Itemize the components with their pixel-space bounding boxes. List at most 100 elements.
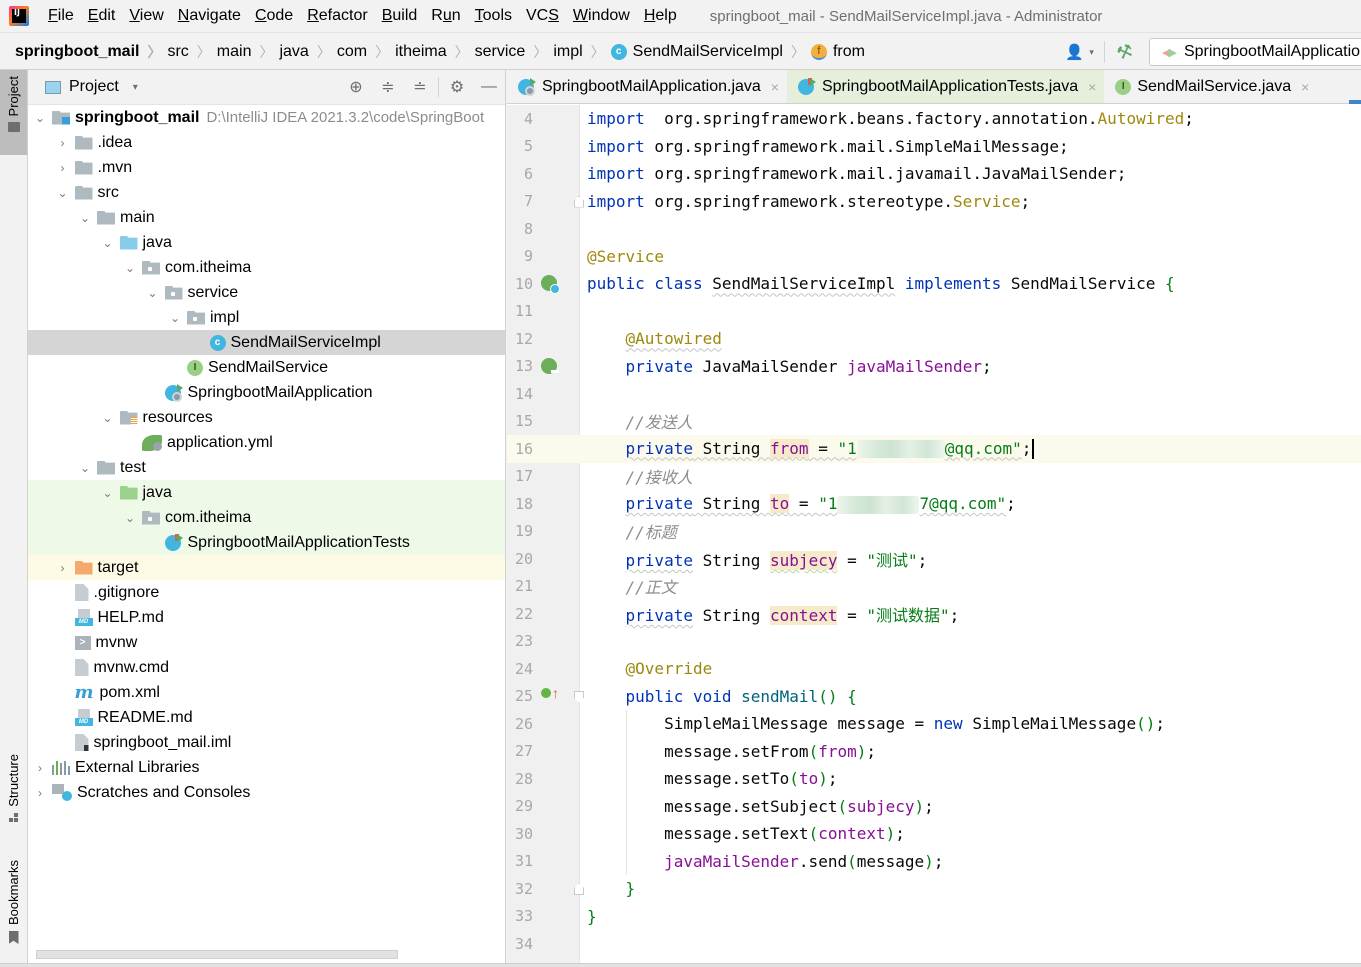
tool-window-tab-bookmarks[interactable]: Bookmarks [0, 860, 27, 950]
run-configuration-selector[interactable]: ◀▶ SpringbootMailApplication [1149, 38, 1361, 66]
code-area[interactable]: 4 import org.springframework.beans.factor… [507, 105, 1361, 967]
collapse-all-icon[interactable]: ≐ [404, 77, 436, 97]
tool-window-tab-structure[interactable]: Structure [0, 754, 27, 836]
build-hammer-icon[interactable]: ⚒ [1114, 39, 1136, 64]
code-line: 26 SimpleMailMessage message = new Simpl… [507, 710, 1361, 738]
chevron-down-icon[interactable]: ⌄ [100, 486, 116, 500]
menu-navigate[interactable]: Navigate [171, 7, 248, 25]
tree-item-label: HELP.md [97, 608, 164, 626]
breadcrumb-item-impl[interactable]: impl 〉 [547, 42, 604, 62]
editor-tab-springbootmailapplication-java[interactable]: SpringbootMailApplication.java × [507, 70, 787, 103]
spring-bean-class-icon[interactable] [541, 275, 560, 294]
menu-help[interactable]: Help [637, 7, 684, 25]
chevron-down-icon[interactable]: ⌄ [77, 461, 93, 475]
chevron-down-icon[interactable]: ⌄ [32, 111, 48, 125]
line-number: 11 [514, 302, 533, 321]
tree-item--mvn[interactable]: › .mvn [28, 155, 505, 180]
menu-window[interactable]: Window [566, 7, 637, 25]
chevron-down-icon[interactable]: ▾ [1089, 47, 1094, 58]
code-token: org.springframework.beans.factory.annota… [644, 109, 1098, 129]
breadcrumb-item-src[interactable]: src 〉 [161, 42, 210, 62]
chevron-right-icon[interactable]: › [55, 161, 71, 175]
tree-item-application-yml[interactable]: application.yml [28, 430, 505, 455]
tree-item-mvnw[interactable]: > mvnw [28, 630, 505, 655]
tree-item-readme-md[interactable]: MD README.md [28, 705, 505, 730]
chevron-down-icon[interactable]: ⌄ [122, 511, 138, 525]
breadcrumb-item-from[interactable]: f from [805, 43, 865, 61]
editor-tab-springbootmailapplicationtests-java[interactable]: SpringbootMailApplicationTests.java × [786, 70, 1105, 103]
breadcrumb-item-java[interactable]: java 〉 [273, 42, 330, 62]
menu-view[interactable]: View [122, 7, 170, 25]
tree-item-springboot-mail[interactable]: ⌄ springboot_mail D:\IntelliJ IDEA 2021.3.… [28, 105, 505, 130]
tree-item-com-itheima[interactable]: ⌄ com.itheima [28, 505, 505, 530]
breadcrumb-item-springboot-mail[interactable]: springboot_mail 〉 [0, 42, 161, 62]
menu-run[interactable]: Run [424, 7, 467, 25]
menu-tools[interactable]: Tools [468, 7, 519, 25]
chevron-right-icon[interactable]: › [32, 761, 48, 775]
chevron-right-icon[interactable]: › [55, 561, 71, 575]
tree-item-scratches-and-consoles[interactable]: › Scratches and Consoles [28, 780, 505, 805]
tree-item-external-libraries[interactable]: › External Libraries [28, 755, 505, 780]
tree-item-test[interactable]: ⌄ test [28, 455, 505, 480]
implements-method-icon[interactable]: ↑ [541, 686, 559, 700]
chevron-down-icon[interactable]: ⌄ [167, 311, 183, 325]
breadcrumb-item-itheima[interactable]: itheima 〉 [389, 42, 469, 62]
breadcrumb-item-service[interactable]: service 〉 [469, 42, 548, 62]
editor-tab-sendmailservice-java[interactable]: I SendMailService.java × [1104, 70, 1317, 103]
code-token: import [587, 191, 645, 211]
chevron-down-icon[interactable]: ⌄ [100, 236, 116, 250]
expand-all-icon[interactable]: ≑ [372, 77, 404, 97]
tree-item-help-md[interactable]: MD HELP.md [28, 605, 505, 630]
tree-item-impl[interactable]: ⌄ impl [28, 305, 505, 330]
menu-refactor[interactable]: Refactor [300, 7, 374, 25]
chevron-down-icon[interactable]: ▾ [133, 82, 138, 93]
menu-code[interactable]: Code [248, 7, 300, 25]
menu-file[interactable]: File [41, 7, 81, 25]
tree-item-sendmailserviceimpl[interactable]: c SendMailServiceImpl [28, 330, 505, 355]
chevron-down-icon[interactable]: ⌄ [55, 186, 71, 200]
breadcrumb-item-sendmailserviceimpl[interactable]: c SendMailServiceImpl 〉 [605, 42, 805, 62]
tree-item-java[interactable]: ⌄ java [28, 480, 505, 505]
tree-item-com-itheima[interactable]: ⌄ com.itheima [28, 255, 505, 280]
tree-item-mvnw-cmd[interactable]: mvnw.cmd [28, 655, 505, 680]
tree-item-target[interactable]: › target [28, 555, 505, 580]
tree-item-springbootmailapplication[interactable]: SpringbootMailApplication [28, 380, 505, 405]
chevron-down-icon[interactable]: ⌄ [122, 261, 138, 275]
locate-file-icon[interactable]: ⊕ [340, 77, 372, 97]
project-view-selector[interactable]: Project [69, 78, 119, 96]
chevron-right-icon[interactable]: › [32, 786, 48, 800]
close-icon[interactable]: × [1301, 79, 1309, 95]
close-icon[interactable]: × [1088, 79, 1096, 95]
breadcrumb-label: from [832, 42, 865, 60]
tree-item-src[interactable]: ⌄ src [28, 180, 505, 205]
tool-window-tab-project[interactable]: Project [0, 70, 27, 155]
breadcrumb-item-com[interactable]: com 〉 [331, 42, 389, 62]
menu-vcs[interactable]: VCS [519, 7, 566, 25]
gear-icon[interactable]: ⚙ [441, 77, 473, 97]
tree-item-sendmailservice[interactable]: I SendMailService [28, 355, 505, 380]
menu-edit[interactable]: Edit [81, 7, 123, 25]
chevron-down-icon[interactable]: ⌄ [100, 411, 116, 425]
tree-item--gitignore[interactable]: .gitignore [28, 580, 505, 605]
chevron-down-icon[interactable]: ⌄ [145, 286, 161, 300]
code-token: SimpleMailMessage [972, 714, 1137, 734]
close-icon[interactable]: × [771, 79, 779, 95]
tree-item-main[interactable]: ⌄ main [28, 205, 505, 230]
chevron-right-icon[interactable]: › [55, 136, 71, 150]
line-number-cell: 18 [507, 490, 580, 518]
tree-item-service[interactable]: ⌄ service [28, 280, 505, 305]
breadcrumb-item-main[interactable]: main 〉 [211, 42, 274, 62]
spring-autowired-navigate-icon[interactable] [541, 357, 559, 374]
tree-item-resources[interactable]: ⌄ resources [28, 405, 505, 430]
code-text: private String to = "1 7@qq.com"; [580, 494, 1016, 514]
tree-item--idea[interactable]: › .idea [28, 130, 505, 155]
vcs-user-icon[interactable]: 👤 [1059, 43, 1089, 61]
horizontal-scrollbar[interactable] [36, 950, 398, 959]
menu-build[interactable]: Build [375, 7, 425, 25]
tree-item-springbootmailapplicationtests[interactable]: SpringbootMailApplicationTests [28, 530, 505, 555]
tree-item-pom-xml[interactable]: m pom.xml [28, 680, 505, 705]
hide-panel-icon[interactable]: — [473, 78, 505, 96]
chevron-down-icon[interactable]: ⌄ [77, 211, 93, 225]
tree-item-springboot-mail-iml[interactable]: springboot_mail.iml [28, 730, 505, 755]
tree-item-java[interactable]: ⌄ java [28, 230, 505, 255]
